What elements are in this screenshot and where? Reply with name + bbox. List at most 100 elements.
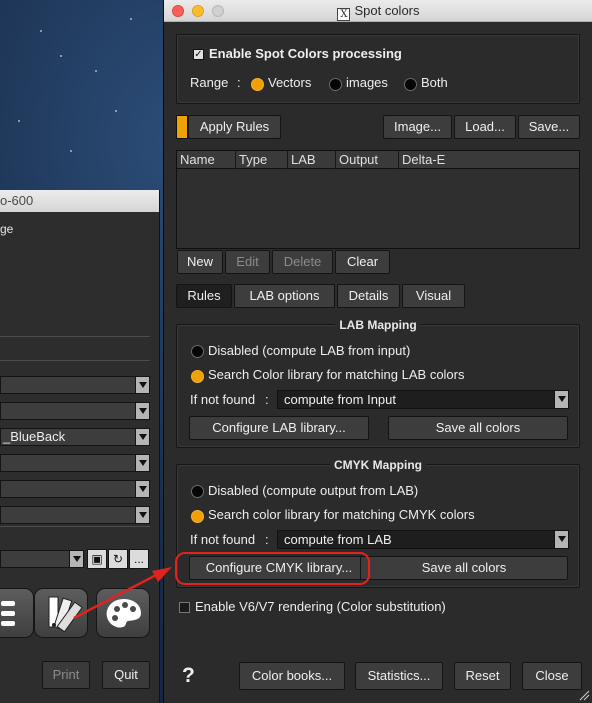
resize-grip-icon[interactable] bbox=[578, 689, 590, 701]
lab-mapping-title-text: LAB Mapping bbox=[335, 318, 421, 332]
spot-colors-window: X Spot colors ✓ Enable Spot Colors proces… bbox=[163, 0, 592, 703]
divider bbox=[0, 526, 150, 527]
background-select-4[interactable] bbox=[0, 454, 150, 472]
lab-if-not-found-label: If not found bbox=[190, 392, 256, 407]
more-button[interactable]: ... bbox=[129, 549, 149, 569]
rules-table[interactable]: Name Type LAB Output Delta-E bbox=[176, 150, 580, 249]
enable-spot-colors-checkbox[interactable]: ✓ bbox=[193, 49, 204, 60]
statistics-button[interactable]: Statistics... bbox=[355, 662, 443, 690]
color-swatches-icon bbox=[48, 596, 83, 633]
palette-icon bbox=[106, 599, 141, 628]
cmyk-if-not-found-select[interactable]: compute from LAB bbox=[277, 530, 569, 549]
chevron-down-icon bbox=[135, 403, 149, 419]
chevron-down-icon bbox=[135, 507, 149, 523]
refresh-icon[interactable]: ↻ bbox=[108, 549, 128, 569]
background-select-6[interactable] bbox=[0, 506, 150, 524]
chevron-down-icon bbox=[135, 481, 149, 497]
chevron-down-icon bbox=[554, 531, 568, 548]
range-radio-both[interactable] bbox=[404, 78, 417, 91]
chevron-down-icon bbox=[135, 429, 149, 445]
v6v7-rendering-checkbox[interactable] bbox=[179, 602, 190, 613]
cmyk-mapping-title: CMYK Mapping bbox=[177, 458, 579, 472]
range-separator: : bbox=[237, 75, 241, 90]
v6v7-rendering-label: Enable V6/V7 rendering (Color substituti… bbox=[195, 599, 446, 614]
tab-details[interactable]: Details bbox=[337, 284, 400, 308]
column-header-delta-e[interactable]: Delta-E bbox=[399, 151, 579, 169]
lab-if-not-found-select[interactable]: compute from Input bbox=[277, 390, 569, 409]
background-select-7[interactable] bbox=[0, 550, 84, 568]
background-select-5[interactable] bbox=[0, 480, 150, 498]
cmyk-if-not-found-separator: : bbox=[265, 532, 269, 547]
divider bbox=[0, 360, 150, 361]
load-button[interactable]: Load... bbox=[454, 115, 516, 139]
background-window: o-600 ge _BlueBack ▣ ↻ ... Print Quit bbox=[0, 190, 160, 703]
background-window-titlebar: o-600 bbox=[0, 190, 159, 212]
column-header-type[interactable]: Type bbox=[236, 151, 288, 169]
quit-button[interactable]: Quit bbox=[102, 661, 150, 689]
cmyk-search-label: Search color library for matching CMYK c… bbox=[208, 507, 475, 522]
cmyk-save-all-colors-button[interactable]: Save all colors bbox=[360, 556, 568, 580]
edit-rule-button[interactable]: Edit bbox=[225, 250, 270, 274]
lab-save-all-colors-button[interactable]: Save all colors bbox=[388, 416, 568, 440]
lab-search-radio[interactable] bbox=[191, 370, 204, 383]
lab-search-label: Search Color library for matching LAB co… bbox=[208, 367, 465, 382]
apply-rules-button[interactable]: Apply Rules bbox=[188, 115, 281, 139]
new-rule-button[interactable]: New bbox=[177, 250, 223, 274]
help-button[interactable]: ? bbox=[182, 664, 195, 688]
chevron-down-icon bbox=[135, 455, 149, 471]
cmyk-mapping-title-text: CMYK Mapping bbox=[330, 458, 426, 472]
clear-rules-button[interactable]: Clear bbox=[335, 250, 390, 274]
palette-button[interactable] bbox=[96, 588, 150, 638]
lab-if-not-found-value: compute from Input bbox=[284, 392, 396, 407]
color-books-button[interactable]: Color books... bbox=[239, 662, 345, 690]
reset-button[interactable]: Reset bbox=[454, 662, 511, 690]
column-header-output[interactable]: Output bbox=[336, 151, 399, 169]
configure-lab-library-button[interactable]: Configure LAB library... bbox=[189, 416, 369, 440]
divider bbox=[0, 336, 150, 337]
save-button[interactable]: Save... bbox=[518, 115, 580, 139]
background-window-title: o-600 bbox=[0, 193, 34, 208]
chevron-down-icon bbox=[135, 377, 149, 393]
range-radio-vectors[interactable] bbox=[251, 78, 264, 91]
window-title: Spot colors bbox=[354, 3, 420, 18]
cmyk-disabled-radio[interactable] bbox=[191, 485, 204, 498]
enable-spot-colors-group: ✓ Enable Spot Colors processing Range : … bbox=[176, 34, 580, 104]
background-select-2[interactable] bbox=[0, 402, 150, 420]
tab-visual[interactable]: Visual bbox=[402, 284, 465, 308]
apply-rules-indicator bbox=[176, 115, 188, 139]
list-icon-button[interactable] bbox=[0, 588, 34, 638]
close-button[interactable]: Close bbox=[522, 662, 582, 690]
tab-lab-options[interactable]: LAB options bbox=[234, 284, 335, 308]
window-titlebar: X Spot colors bbox=[164, 0, 592, 22]
window-title-area: X Spot colors bbox=[164, 0, 592, 22]
range-option-images: images bbox=[346, 75, 388, 90]
column-header-lab[interactable]: LAB bbox=[288, 151, 336, 169]
delete-rule-button[interactable]: Delete bbox=[272, 250, 333, 274]
cmyk-search-radio[interactable] bbox=[191, 510, 204, 523]
x11-app-icon: X bbox=[337, 8, 351, 21]
tab-rules[interactable]: Rules bbox=[176, 284, 232, 308]
range-option-both: Both bbox=[421, 75, 448, 90]
range-radio-images[interactable] bbox=[329, 78, 342, 91]
image-button[interactable]: Image... bbox=[383, 115, 452, 139]
color-swatches-button[interactable] bbox=[34, 588, 88, 638]
callout-highlight bbox=[175, 552, 370, 585]
chevron-down-icon bbox=[554, 391, 568, 408]
lab-mapping-group: LAB Mapping Disabled (compute LAB from i… bbox=[176, 318, 580, 448]
background-select-value: _BlueBack bbox=[3, 429, 66, 444]
enable-spot-colors-label: Enable Spot Colors processing bbox=[209, 46, 402, 61]
save-icon[interactable]: ▣ bbox=[87, 549, 107, 569]
background-window-label: ge bbox=[0, 222, 14, 236]
rules-table-header: Name Type LAB Output Delta-E bbox=[177, 151, 579, 169]
lab-disabled-label: Disabled (compute LAB from input) bbox=[208, 343, 411, 358]
background-select-3[interactable]: _BlueBack bbox=[0, 428, 150, 446]
range-option-vectors: Vectors bbox=[268, 75, 312, 90]
cmyk-disabled-label: Disabled (compute output from LAB) bbox=[208, 483, 419, 498]
background-select-1[interactable] bbox=[0, 376, 150, 394]
column-header-name[interactable]: Name bbox=[177, 151, 236, 169]
chevron-down-icon bbox=[69, 551, 83, 567]
print-button[interactable]: Print bbox=[42, 661, 90, 689]
lab-disabled-radio[interactable] bbox=[191, 345, 204, 358]
range-label: Range bbox=[190, 75, 229, 90]
lab-mapping-title: LAB Mapping bbox=[177, 318, 579, 332]
